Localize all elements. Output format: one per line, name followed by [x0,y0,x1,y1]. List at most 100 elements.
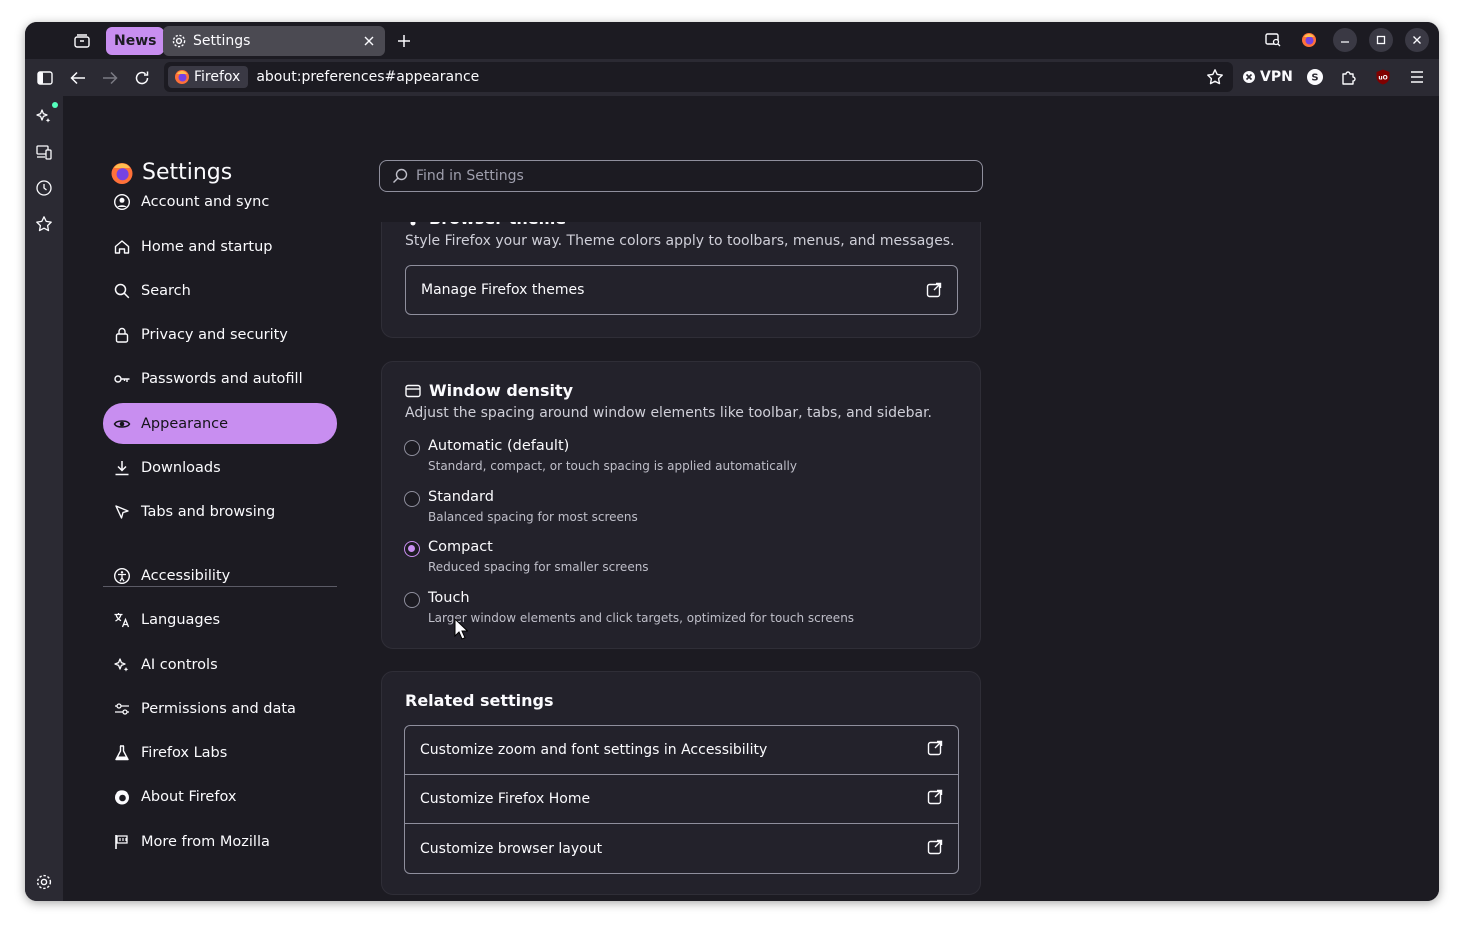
ai-chatbot-button[interactable] [32,102,58,128]
settings-search[interactable] [379,160,983,192]
devices-icon [36,145,52,160]
gear-icon [171,33,187,49]
key-icon [113,370,131,388]
firefox-icon [113,788,131,806]
category-firefox-labs[interactable]: Firefox Labs [103,732,337,773]
identity-box[interactable]: Firefox [168,66,249,88]
new-tab-button[interactable] [393,30,415,52]
close-tab-icon[interactable] [359,31,379,51]
maximize-button[interactable] [1369,28,1393,52]
tabstrip-right [1261,28,1429,52]
density-option-automatic[interactable]: Automatic (default) Standard, compact, or… [404,438,944,478]
category-ai-controls[interactable]: AI controls [103,644,337,685]
related-setting-link[interactable]: Customize Firefox Home [405,775,958,824]
density-option-standard[interactable]: Standard Balanced spacing for most screen… [404,489,944,529]
radio-sublabel: Standard, compact, or touch spacing is a… [428,459,797,473]
category-label: Home and startup [141,238,273,255]
radio-label: Standard [428,489,494,505]
customize-sidebar-button[interactable] [32,870,56,894]
notification-dot [52,102,58,108]
extensions-puzzle-icon[interactable] [1337,65,1361,89]
category-languages[interactable]: Languages [103,599,337,640]
url-bar[interactable]: Firefox about:preferences#appearance [164,62,1233,92]
category-about-firefox[interactable]: About Firefox [103,776,337,817]
forward-button[interactable] [97,65,123,91]
tab-overview-icon [74,34,90,48]
back-arrow-icon [70,71,85,85]
firefox-view-icon[interactable] [1297,28,1321,52]
related-setting-label: Customize browser layout [420,840,603,857]
home-icon [113,238,131,256]
hamburger-menu-icon[interactable] [1405,65,1429,89]
window-density-heading: Window density [405,381,573,400]
browser-theme-description: Style Firefox your way. Theme colors app… [405,233,955,249]
category-accessibility[interactable]: Accessibility [103,555,337,596]
category-permissions-and-data[interactable]: Permissions and data [103,688,337,729]
window-icon [405,384,421,397]
svg-text:S: S [1311,73,1318,84]
radio-label: Compact [428,539,493,555]
plus-icon [398,35,410,47]
radio-button[interactable] [404,440,420,456]
external-link-icon [927,839,943,859]
reload-button[interactable] [129,65,155,91]
mouse-cursor-icon [454,618,468,640]
radio-button[interactable] [404,491,420,507]
sidebar-strip [25,96,63,901]
category-account-and-sync[interactable]: Account and sync [103,181,337,222]
minimize-button[interactable] [1333,28,1357,52]
maximize-icon [1376,35,1386,45]
browser-window: News Settings Firefox about:preferences#… [25,22,1439,901]
sidebar-icon [37,71,53,85]
vpn-label: VPN [1260,69,1293,85]
category-home-and-startup[interactable]: Home and startup [103,226,337,267]
category-label: Firefox Labs [141,744,228,761]
history-button[interactable] [32,176,56,200]
tab-overview-button[interactable] [69,29,95,53]
density-option-touch[interactable]: Touch Larger window elements and click ta… [404,590,944,630]
clock-icon [36,180,52,196]
category-label: Passwords and autofill [141,370,303,387]
mozilla-flag-icon [113,833,131,851]
window-density-description: Adjust the spacing around window element… [405,405,933,421]
bookmark-star-icon[interactable] [1203,65,1227,89]
category-tabs-and-browsing[interactable]: Tabs and browsing [103,491,337,532]
url-text[interactable]: about:preferences#appearance [256,69,1203,85]
list-tabs-icon[interactable] [1261,28,1285,52]
tab-group-label[interactable]: News [106,27,165,55]
close-window-button[interactable] [1405,28,1429,52]
category-label: Appearance [141,415,229,432]
ublock-origin-icon[interactable]: uO [1371,65,1395,89]
category-privacy-and-security[interactable]: Privacy and security [103,314,337,355]
related-setting-link[interactable]: Customize zoom and font settings in Acce… [405,726,958,775]
category-label: Search [141,282,191,299]
sidebar-toggle-button[interactable] [32,65,58,91]
radio-button[interactable] [404,592,420,608]
identity-label: Firefox [194,69,241,85]
tab-settings[interactable]: Settings [163,26,385,56]
back-button[interactable] [65,65,91,91]
category-label: Downloads [141,459,221,476]
category-more-from-mozilla[interactable]: More from Mozilla [103,821,337,862]
category-passwords-and-autofill[interactable]: Passwords and autofill [103,358,337,399]
radio-sublabel: Balanced spacing for most screens [428,510,638,524]
search-input[interactable] [416,168,956,184]
flask-icon [113,744,131,762]
account-avatar-icon[interactable]: S [1303,65,1327,89]
density-option-compact[interactable]: Compact Reduced spacing for smaller scree… [404,539,944,579]
category-appearance[interactable]: Appearance [103,403,337,444]
radio-button[interactable] [404,541,420,557]
minimize-icon [1341,41,1349,43]
bookmarks-button[interactable] [32,212,56,236]
category-downloads[interactable]: Downloads [103,447,337,488]
external-link-icon [926,282,942,298]
close-icon [1413,36,1421,44]
category-label: Permissions and data [141,700,296,717]
synced-tabs-button[interactable] [32,140,56,164]
vpn-button[interactable]: VPN [1242,69,1293,85]
manage-themes-button[interactable]: Manage Firefox themes [405,265,958,315]
settings-page: Settings Account and sync Home and startu… [63,96,1439,901]
external-link-icon [927,740,943,760]
category-search[interactable]: Search [103,270,337,311]
related-setting-link[interactable]: Customize browser layout [405,824,958,873]
